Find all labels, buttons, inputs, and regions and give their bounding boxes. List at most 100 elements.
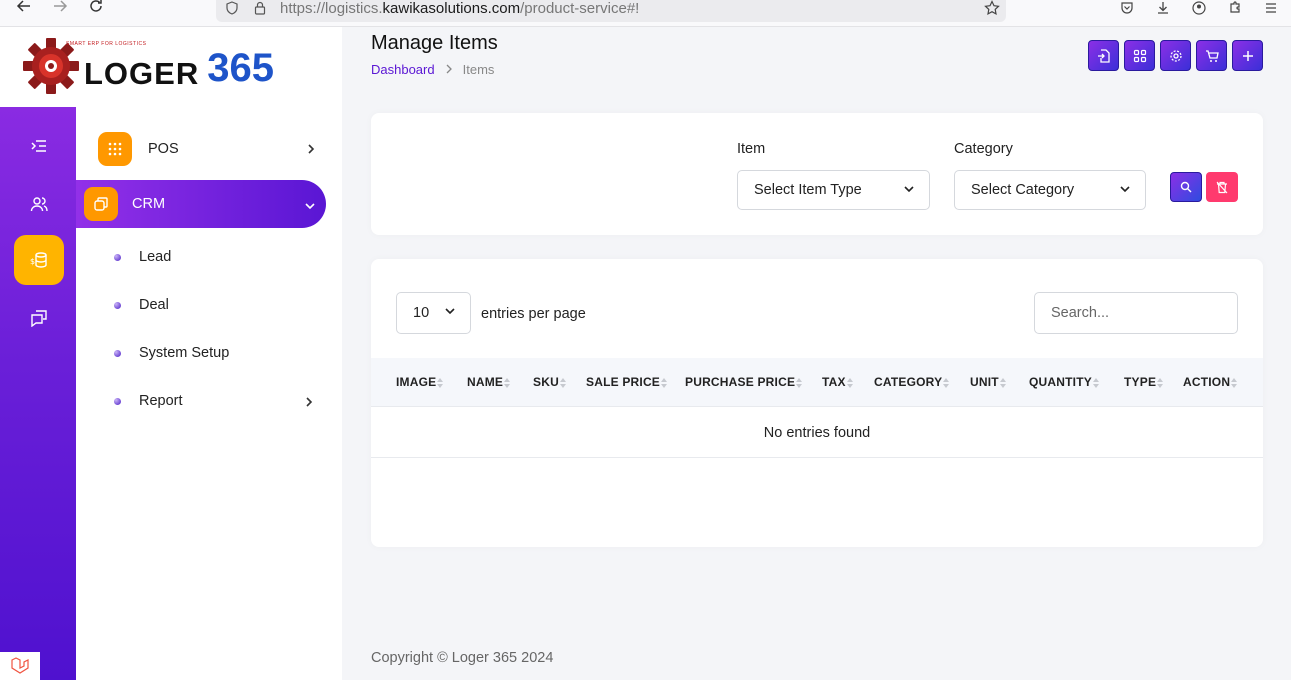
footer-copyright: Copyright © Loger 365 2024 (371, 650, 554, 666)
item-filter-label: Item (737, 141, 766, 157)
column-header-sku[interactable]: SKU (533, 375, 568, 389)
browser-toolbar: https://logistics.kawikasolutions.com/pr… (0, 0, 1291, 27)
sidebar-subitem-label: Report (139, 393, 183, 409)
bookmark-star-icon[interactable] (984, 0, 1000, 16)
collapse-menu-icon (31, 140, 46, 152)
grid-view-button[interactable] (1124, 40, 1155, 71)
chevron-right-icon (304, 396, 314, 412)
sort-icon (661, 377, 669, 388)
settings-button[interactable] (1160, 40, 1191, 71)
column-header-image[interactable]: IMAGE (396, 375, 445, 389)
svg-text:$: $ (30, 257, 35, 266)
shield-icon (224, 0, 240, 16)
column-header-unit[interactable]: UNIT (970, 375, 1008, 389)
sort-icon (943, 377, 951, 388)
cart-icon (1205, 49, 1219, 62)
plus-icon (1242, 50, 1253, 61)
column-header-tax[interactable]: TAX (822, 375, 855, 389)
pocket-icon[interactable] (1115, 0, 1139, 16)
apply-filter-button[interactable] (1170, 172, 1202, 202)
browser-toolbar-right (1115, 0, 1283, 16)
forward-icon[interactable] (48, 0, 72, 18)
table-header: IMAGE NAME SKU SALE PRICE PURCHASE PRICE… (371, 358, 1263, 407)
cart-button[interactable] (1196, 40, 1227, 71)
menu-icon[interactable] (1259, 0, 1283, 16)
chevron-down-icon (444, 305, 456, 321)
entries-per-page-label: entries per page (481, 306, 586, 322)
chevron-down-icon (903, 183, 915, 199)
breadcrumb-current: Items (462, 62, 495, 77)
gear-icon (1169, 49, 1182, 62)
laravel-icon (11, 657, 29, 674)
sidebar-subitem-lead[interactable]: Lead (114, 242, 171, 272)
sidebar-subitem-label: Deal (139, 297, 169, 313)
column-header-purchase-price[interactable]: PURCHASE PRICE (685, 375, 804, 389)
loger-logo[interactable]: LOGER 365 (22, 37, 274, 100)
column-header-name[interactable]: NAME (467, 375, 512, 389)
copy-icon (84, 187, 118, 221)
sidebar-subitem-report[interactable]: Report (114, 386, 314, 416)
grid-dots-icon (98, 132, 132, 166)
sidebar-subitem-system-setup[interactable]: System Setup (114, 338, 229, 368)
column-header-quantity[interactable]: QUANTITY (1029, 375, 1101, 389)
grid-icon (1133, 49, 1146, 62)
column-header-action[interactable]: ACTION (1183, 375, 1239, 389)
column-header-sale-price[interactable]: SALE PRICE (586, 375, 669, 389)
sidebar: POS CRM Lead Deal System Setup Report (76, 107, 342, 680)
sort-icon (846, 377, 855, 388)
rail-finance[interactable]: $ (14, 235, 64, 285)
bullet-icon (114, 253, 121, 261)
column-header-type[interactable]: TYPE (1124, 375, 1165, 389)
category-select-value: Select Category (971, 182, 1075, 198)
logo-number: 365 (207, 46, 274, 90)
add-item-button[interactable] (1232, 40, 1263, 71)
address-bar[interactable]: https://logistics.kawikasolutions.com/pr… (216, 0, 1006, 22)
sidebar-item-crm[interactable]: CRM (76, 180, 326, 228)
sort-icon (559, 377, 568, 388)
breadcrumb-dashboard-link[interactable]: Dashboard (371, 62, 435, 77)
chat-icon (31, 310, 47, 327)
rail-footer (0, 652, 40, 680)
sort-icon (504, 377, 512, 388)
entries-per-page-select[interactable]: 10 (396, 292, 471, 334)
account-icon[interactable] (1187, 0, 1211, 16)
rail-collapse-menu[interactable] (14, 121, 64, 171)
logo-area: LOGER 365 SMART ERP FOR LOGISTICS (0, 27, 342, 107)
item-type-select[interactable]: Select Item Type (737, 170, 930, 210)
chevron-down-icon (1119, 183, 1131, 199)
extensions-icon[interactable] (1223, 0, 1247, 16)
category-select[interactable]: Select Category (954, 170, 1146, 210)
sidebar-item-label: POS (148, 141, 179, 157)
sort-icon (796, 377, 804, 388)
bullet-icon (114, 349, 121, 357)
icon-rail: $ (0, 107, 76, 680)
lock-icon (252, 0, 268, 16)
sort-icon (437, 377, 445, 388)
users-icon (30, 197, 48, 212)
table-search-input[interactable] (1034, 292, 1238, 334)
reload-icon[interactable] (84, 0, 108, 18)
sidebar-item-pos[interactable]: POS (76, 125, 326, 173)
url-text: https://logistics.kawikasolutions.com/pr… (280, 0, 640, 17)
items-table-card: 10 entries per page IMAGE NAME SKU SALE … (371, 259, 1263, 547)
sort-icon (1092, 377, 1101, 388)
rail-messages[interactable] (14, 293, 64, 343)
logo-word: LOGER (84, 55, 200, 91)
sidebar-subitem-deal[interactable]: Deal (114, 290, 169, 320)
file-import-icon (1097, 48, 1110, 63)
header-actions (1088, 40, 1263, 71)
sidebar-item-label: CRM (132, 196, 166, 212)
logo-tagline: SMART ERP FOR LOGISTICS (66, 41, 147, 47)
sidebar-subitem-label: Lead (139, 249, 172, 265)
import-button[interactable] (1088, 40, 1119, 71)
trash-off-icon (1216, 181, 1228, 193)
bullet-icon (114, 397, 121, 405)
column-header-category[interactable]: CATEGORY (874, 375, 951, 389)
sidebar-subitem-label: System Setup (139, 345, 230, 361)
rail-users[interactable] (14, 179, 64, 229)
search-icon (1180, 181, 1192, 193)
download-icon[interactable] (1151, 0, 1175, 16)
back-icon[interactable] (12, 0, 36, 18)
reset-filter-button[interactable] (1206, 172, 1238, 202)
page-title: Manage Items (371, 32, 498, 54)
